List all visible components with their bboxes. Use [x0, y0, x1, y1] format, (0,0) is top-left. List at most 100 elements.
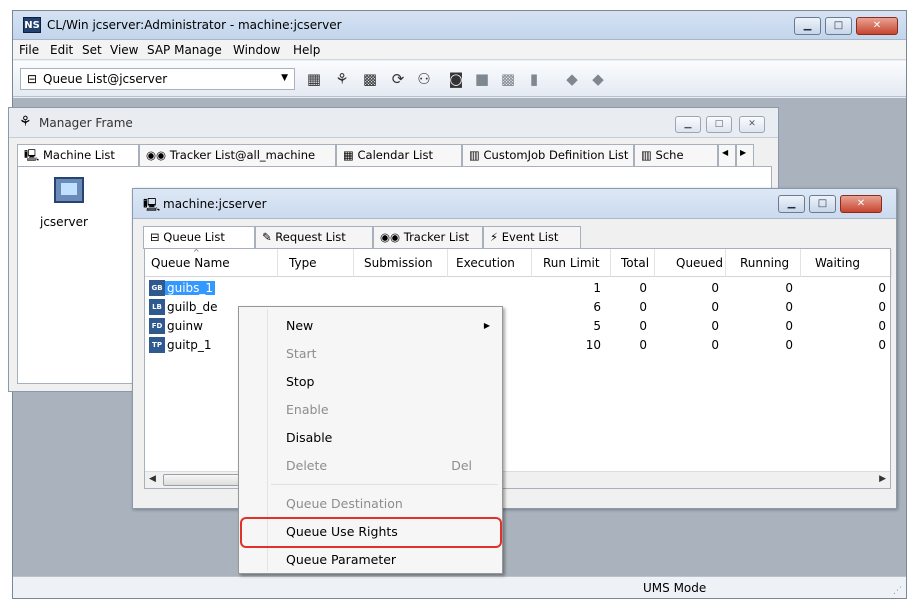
menu-sap-manage[interactable]: SAP Manage [147, 43, 222, 57]
tab-request-list[interactable]: ✎ Request List [255, 226, 373, 248]
menu-bar: File Edit Set View SAP Manage Window Hel… [13, 40, 906, 60]
scroll-right-icon[interactable]: ▶ [879, 474, 886, 484]
title-bar[interactable]: NS CL/Win jcserver:Administrator - machi… [13, 11, 906, 40]
manager-frame-icon[interactable]: ⚘ [331, 69, 353, 89]
tab-label: Request List [275, 230, 346, 244]
chevron-down-icon[interactable]: ▼ [281, 73, 288, 83]
run-limit-cell: 10 [585, 338, 601, 352]
column-total[interactable]: Total [611, 249, 655, 277]
find-binoculars-icon[interactable]: ⚇ [413, 69, 435, 89]
menu-item-queue-destination: Queue Destination [286, 496, 403, 511]
calendar-icon[interactable]: ▩ [359, 69, 381, 89]
tab-label: Tracker List [403, 230, 469, 244]
machine-close-button[interactable]: ✕ [840, 195, 882, 213]
submenu-arrow-icon: ▶ [483, 321, 490, 330]
waiting-cell: 0 [878, 281, 886, 295]
menu-edit[interactable]: Edit [50, 43, 73, 57]
tab-tracker-list[interactable]: ◉◉ Tracker List [373, 226, 483, 248]
manager-minimize-button[interactable]: ▁ [675, 116, 701, 133]
folder-icon: ■ [474, 70, 490, 88]
manager-frame-title-bar[interactable]: ⚘ Manager Frame ▁ □ ✕ [9, 108, 778, 138]
column-queue-name[interactable]: ^ Queue Name [145, 249, 278, 277]
run-limit-cell: 1 [593, 281, 601, 295]
column-header-row: ^ Queue Name Type Submission Execution Ru… [145, 249, 892, 277]
column-queued[interactable]: Queued [655, 249, 726, 277]
machine-minimize-button[interactable]: ▁ [778, 195, 805, 213]
column-run-limit[interactable]: Run Limit [532, 249, 611, 277]
resize-grip-icon[interactable]: ⋰ [893, 586, 902, 596]
column-type[interactable]: Type [278, 249, 354, 277]
run-limit-cell: 6 [593, 300, 601, 314]
server-label[interactable]: jcserver [40, 215, 88, 229]
queue-icon: GB [149, 280, 165, 296]
menu-item-enable: Enable [286, 402, 329, 417]
tab-label: Queue List [163, 230, 225, 244]
menu-set[interactable]: Set [82, 43, 102, 57]
total-cell: 0 [639, 338, 647, 352]
machine-tab-strip: ⊟ Queue List ✎ Request List ◉◉ Tracker L… [143, 226, 883, 249]
total-cell: 0 [639, 319, 647, 333]
maximize-button[interactable]: □ [825, 17, 852, 35]
manager-tab-strip: 🖳 Machine List ◉◉ Tracker List@all_machi… [17, 144, 775, 166]
close-button[interactable]: ✕ [856, 17, 898, 35]
queue-icon: TP [149, 337, 165, 353]
machine-maximize-button[interactable]: □ [809, 195, 836, 213]
menu-item-stop[interactable]: Stop [286, 374, 314, 389]
refresh-icon[interactable]: ⟳ [387, 69, 409, 89]
column-submission[interactable]: Submission [354, 249, 448, 277]
tab-label: Event List [501, 230, 559, 244]
tab-tracker-list-all[interactable]: ◉◉ Tracker List@all_machine [139, 144, 336, 166]
queue-name[interactable]: guitp_1 [165, 338, 214, 352]
tab-machine-list[interactable]: 🖳 Machine List [17, 144, 139, 166]
tab-event-list[interactable]: ⚡ Event List [483, 226, 581, 248]
menu-item-disable[interactable]: Disable [286, 430, 332, 445]
column-execution[interactable]: Execution [448, 249, 532, 277]
queue-name[interactable]: guinw [165, 319, 205, 333]
menu-window[interactable]: Window [233, 43, 280, 57]
menu-item-delete: Delete [286, 458, 328, 473]
tab-calendar-list[interactable]: ▦ Calendar List [336, 144, 462, 166]
machine-window-title: machine:jcserver [163, 197, 267, 211]
tab-scroll-right-icon[interactable]: ▶ [736, 144, 754, 166]
server-icon[interactable] [54, 177, 84, 203]
queue-properties-icon[interactable]: ▦ [303, 69, 325, 89]
tab-label: CustomJob Definition List [483, 148, 629, 162]
menu-help[interactable]: Help [293, 43, 320, 57]
menu-item-new[interactable]: New [286, 318, 313, 333]
tab-customjob-definition-list[interactable]: ▥ CustomJob Definition List [462, 144, 634, 166]
column-running[interactable]: Running [726, 249, 801, 277]
queue-list-icon: ⊟ [27, 72, 38, 86]
tab-label: Machine List [43, 148, 115, 162]
queue-icon: FD [149, 318, 165, 334]
menu-file[interactable]: File [19, 43, 39, 57]
scroll-left-icon[interactable]: ◀ [149, 474, 156, 484]
running-cell: 0 [785, 338, 793, 352]
tab-scroll-left-icon[interactable]: ◀ [718, 144, 736, 166]
running-cell: 0 [785, 319, 793, 333]
help-f1-icon[interactable]: ◙ [445, 69, 467, 89]
menu-item-queue-parameter[interactable]: Queue Parameter [286, 552, 396, 567]
tab-queue-list[interactable]: ⊟ Queue List [143, 226, 255, 249]
queue-name[interactable]: guilb_de [165, 300, 220, 314]
manager-frame-title: Manager Frame [39, 116, 133, 130]
total-cell: 0 [639, 281, 647, 295]
machine-window-title-bar[interactable]: 🖳 machine:jcserver ▁ □ ✕ [133, 189, 896, 219]
table-row[interactable]: GB guibs_1 1 0 0 0 0 [145, 279, 890, 298]
network-2-icon: ◆ [592, 70, 604, 88]
manager-maximize-button[interactable]: □ [706, 116, 732, 133]
toolbar: ⊟ Queue List@jcserver ▼ ▦ ⚘ ▩ ⟳ ⚇ ◙ ■ ▩ … [13, 61, 906, 97]
tab-schedule[interactable]: ▥ Sche [634, 144, 718, 166]
network-icon: ◆ [566, 70, 578, 88]
queued-cell: 0 [711, 338, 719, 352]
waiting-cell: 0 [878, 300, 886, 314]
tab-label: Calendar List [357, 148, 433, 162]
queue-name[interactable]: guibs_1 [165, 281, 216, 295]
menu-view[interactable]: View [110, 43, 138, 57]
minimize-button[interactable]: ▁ [794, 17, 821, 35]
status-bar: UMS Mode ⋰ [13, 576, 906, 598]
column-waiting[interactable]: Waiting [801, 249, 892, 277]
manager-close-button[interactable]: ✕ [739, 116, 765, 133]
list-selector-combo[interactable]: ⊟ Queue List@jcserver ▼ [20, 68, 295, 90]
run-limit-cell: 5 [593, 319, 601, 333]
total-cell: 0 [639, 300, 647, 314]
